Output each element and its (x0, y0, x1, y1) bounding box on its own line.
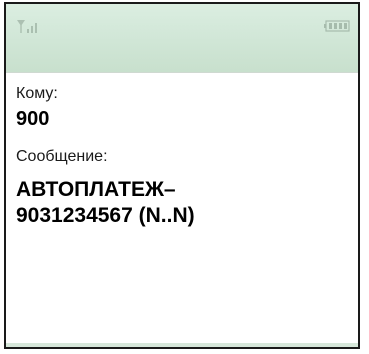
to-label: Кому: (16, 85, 58, 102)
sms-compose-screen: Кому: 900 Сообщение: АВТОПЛАТЕЖ– 9031234… (4, 2, 360, 349)
compose-content: Кому: 900 Сообщение: АВТОПЛАТЕЖ– 9031234… (16, 84, 348, 229)
battery-icon (324, 20, 350, 32)
bottom-strip (6, 343, 358, 347)
signal-icon (17, 20, 37, 33)
status-bar (6, 4, 358, 73)
message-label: Сообщение: (16, 148, 108, 165)
message-text-field[interactable]: АВТОПЛАТЕЖ– 9031234567 (N..N) (16, 177, 348, 229)
recipient-field[interactable]: 900 (16, 107, 348, 131)
